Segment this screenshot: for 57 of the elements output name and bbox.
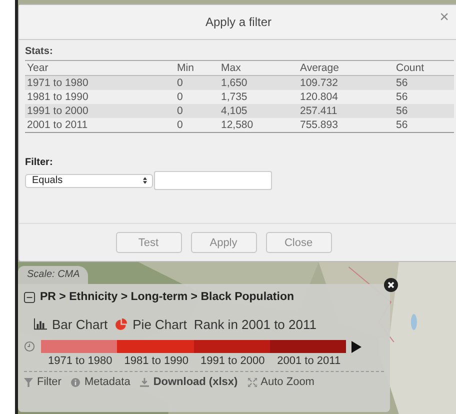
table-cell: 1981 to 1990: [25, 90, 175, 104]
table-cell: 1,735: [219, 90, 298, 104]
expand-icon: [248, 378, 257, 386]
dialog-button[interactable]: Test: [116, 232, 182, 253]
dialog-title: Apply a filter: [205, 15, 272, 29]
timeline-segment[interactable]: [117, 340, 194, 353]
close-icon[interactable]: [384, 278, 398, 292]
timeline-segment[interactable]: [270, 340, 346, 353]
clock-icon: [24, 341, 35, 352]
pie-chart-icon: [114, 318, 128, 330]
table-cell: 4,105: [219, 104, 298, 118]
table-cell: 0: [175, 76, 219, 90]
value-input-field[interactable]: [154, 171, 272, 190]
table-cell: 12,580: [219, 118, 298, 132]
chart-link[interactable]: Bar Chart: [52, 316, 108, 332]
collapse-icon[interactable]: [24, 292, 35, 302]
action-link[interactable]: Download (xlsx): [153, 376, 238, 388]
table-cell: 56: [394, 76, 454, 90]
section-label: Filter:: [25, 157, 54, 168]
close-button[interactable]: ×: [436, 10, 452, 26]
timeline-label: 1971 to 1980: [47, 355, 114, 367]
rank-label: Rank in 2001 to 2011: [194, 316, 316, 332]
table-cell: 56: [394, 90, 454, 104]
timeline-label: 2001 to 2011: [276, 355, 342, 367]
dialog-button[interactable]: Apply: [190, 232, 256, 253]
bar-chart-icon: [34, 318, 47, 330]
action-link[interactable]: Metadata: [84, 376, 130, 388]
dropdown-arrows-icon: [143, 177, 147, 184]
layer-breadcrumb: PR > Ethnicity > Long-term > Black Population: [40, 291, 294, 303]
play-icon[interactable]: [351, 340, 362, 352]
table-cell: 1971 to 1980: [25, 76, 175, 90]
timeline-segment[interactable]: [194, 340, 270, 353]
table-cell: 56: [394, 104, 454, 118]
table-cell: 1,650: [219, 76, 298, 90]
info-icon: [71, 378, 80, 386]
table-cell: 120.804: [298, 90, 394, 104]
timeline-label: 1991 to 2000: [200, 355, 266, 367]
table-cell: 1991 to 2000: [25, 104, 175, 118]
timeline-segment[interactable]: [41, 340, 118, 353]
funnel-icon: [24, 378, 33, 386]
table-cell: 755.893: [298, 118, 394, 132]
operator-dropdown[interactable]: Equals: [25, 174, 153, 188]
action-link[interactable]: Auto Zoom: [260, 376, 314, 388]
table-cell: 257.411: [298, 104, 394, 118]
download-icon: [140, 378, 150, 386]
table-cell: 0: [175, 118, 219, 132]
chart-link[interactable]: Pie Chart: [132, 316, 187, 332]
section-label: Stats:: [25, 46, 54, 57]
dialog-button[interactable]: Close: [266, 232, 332, 253]
action-link[interactable]: Filter: [37, 376, 62, 388]
table-cell: 56: [394, 118, 454, 132]
table-cell: 109.732: [298, 76, 394, 90]
column-header: Year: [25, 60, 175, 76]
table-cell: 0: [175, 104, 219, 118]
table-cell: 0: [175, 90, 219, 104]
table-cell: 2001 to 2011: [25, 118, 175, 132]
timeline-label: 1981 to 1990: [123, 355, 190, 367]
